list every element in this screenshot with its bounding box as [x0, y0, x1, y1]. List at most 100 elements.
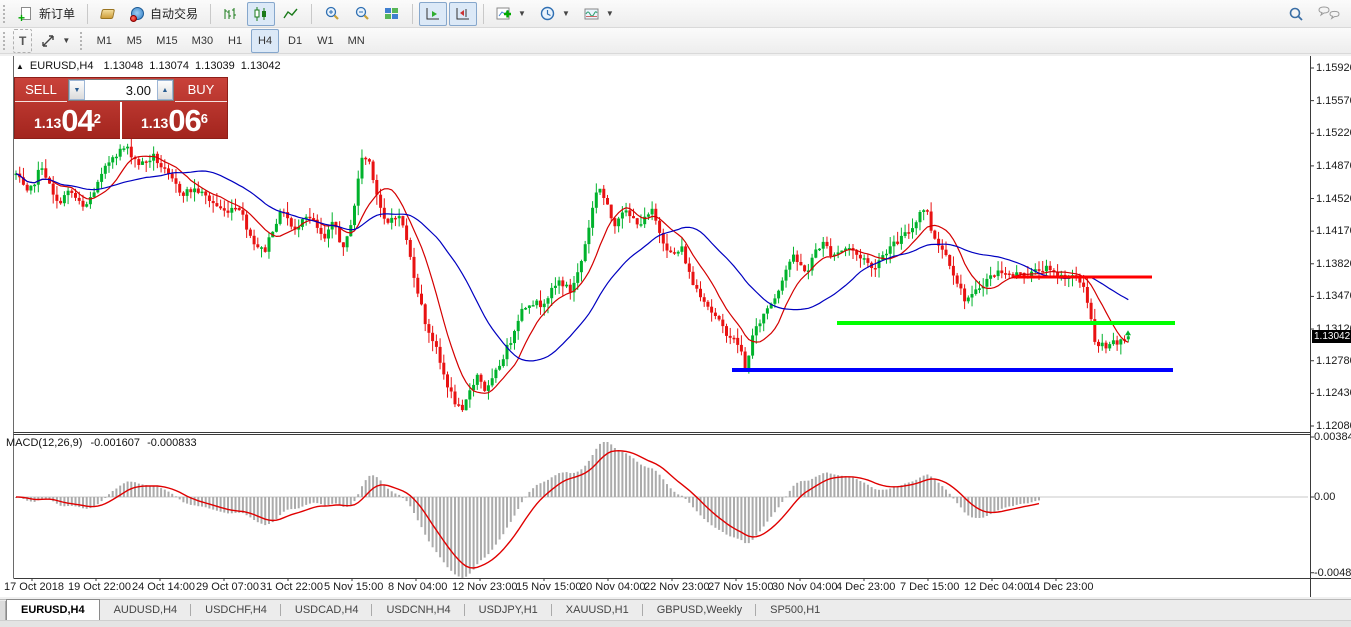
- chart-window[interactable]: ▲ EURUSD,H4 1.13048 1.13074 1.13039 1.13…: [0, 56, 1351, 597]
- mt4-terminal: { "toolbar": { "new_order_label": "新订单",…: [0, 0, 1351, 627]
- symbol-tab-usdcnh[interactable]: USDCNH,H4: [372, 601, 464, 620]
- timeframe-m15[interactable]: M15: [150, 29, 183, 53]
- symbol-tab-usdjpy[interactable]: USDJPY,H1: [465, 601, 552, 620]
- buy-price-sup: 6: [201, 102, 208, 136]
- timeframe-w1[interactable]: W1: [311, 29, 340, 53]
- symbol-tab-xauusd[interactable]: XAUUSD,H1: [552, 601, 643, 620]
- date-tick-label: 31 Oct 22:00: [260, 581, 323, 593]
- timeframe-grip[interactable]: [80, 32, 85, 50]
- toolbar-grip-2[interactable]: [3, 32, 8, 50]
- indicators-button[interactable]: ▼: [490, 2, 532, 26]
- templates-caret: ▼: [606, 9, 614, 18]
- symbol-tab-sp500[interactable]: SP500,H1: [756, 601, 834, 620]
- date-tick-label: 5 Nov 15:00: [324, 581, 383, 593]
- symbol-tab-usdcad[interactable]: USDCAD,H4: [281, 601, 373, 620]
- volume-decrease-button[interactable]: ▼: [69, 80, 85, 100]
- ohlc-open: 1.13048: [104, 60, 144, 72]
- collapse-triangle-icon[interactable]: ▲: [16, 62, 24, 71]
- periods-button[interactable]: ▼: [534, 2, 576, 26]
- price-tick-label: 1.13820: [1316, 258, 1351, 270]
- buy-price[interactable]: 1.13 06 6: [122, 102, 227, 139]
- timeframe-d1[interactable]: D1: [281, 29, 309, 53]
- new-order-label: 新订单: [39, 5, 75, 22]
- date-tick-label: 8 Nov 04:00: [388, 581, 447, 593]
- timeframe-m1[interactable]: M1: [90, 29, 118, 53]
- symbol-tab-eurusd[interactable]: EURUSD,H4: [6, 599, 100, 620]
- indicators-icon: [496, 6, 512, 22]
- symbol-name: EURUSD,H4: [30, 60, 94, 72]
- ohlc-close: 1.13042: [241, 60, 281, 72]
- cursor-tool-button[interactable]: ▼: [34, 29, 76, 53]
- date-tick-label: 12 Dec 04:00: [964, 581, 1029, 593]
- periods-caret: ▼: [562, 9, 570, 18]
- timeframe-group: M1M5M15M30H1H4D1W1MN: [89, 29, 371, 53]
- chat-icon[interactable]: [1317, 6, 1343, 22]
- candlestick-icon: [253, 6, 269, 22]
- templates-button[interactable]: ▼: [578, 2, 620, 26]
- volume-increase-button[interactable]: ▲: [157, 80, 173, 100]
- date-tick-label: 15 Nov 15:00: [516, 581, 581, 593]
- sell-button[interactable]: SELL: [15, 78, 67, 102]
- toolbar-grip[interactable]: [3, 5, 8, 23]
- date-tick-label: 27 Nov 15:00: [708, 581, 773, 593]
- symbol-tab-usdchf[interactable]: USDCHF,H4: [191, 601, 281, 620]
- price-tick-label: 1.14520: [1316, 193, 1351, 205]
- text-tool-button[interactable]: T: [13, 29, 32, 53]
- periods-icon: [540, 6, 556, 22]
- symbol-tab-bar: EURUSD,H4AUDUSD,H4USDCHF,H4USDCAD,H4USDC…: [0, 599, 1351, 620]
- ohlc-low: 1.13039: [195, 60, 235, 72]
- sell-price-sup: 2: [94, 102, 101, 136]
- timeframe-mn[interactable]: MN: [342, 29, 371, 53]
- cursor-tool-caret: ▼: [62, 36, 70, 45]
- price-tick-label: 1.14170: [1316, 225, 1351, 237]
- buy-price-big: 06: [168, 106, 200, 136]
- buy-button[interactable]: BUY: [175, 78, 227, 102]
- macd-header: MACD(12,26,9) -0.001607 -0.000833: [6, 437, 197, 449]
- auto-scroll-icon: [425, 6, 441, 22]
- timeframe-m5[interactable]: M5: [120, 29, 148, 53]
- candlestick-button[interactable]: [247, 2, 275, 26]
- timeframe-h1[interactable]: H1: [221, 29, 249, 53]
- autotrading-button[interactable]: 自动交易: [124, 2, 204, 26]
- price-tick-label: 1.12430: [1316, 387, 1351, 399]
- chart-shift-button[interactable]: [449, 2, 477, 26]
- zoom-in-button[interactable]: [318, 2, 346, 26]
- chart-shift-icon: [455, 6, 471, 22]
- date-tick-label: 19 Oct 22:00: [68, 581, 131, 593]
- cursor-tool-icon: [40, 33, 56, 49]
- bar-chart-button[interactable]: [217, 2, 245, 26]
- timeframe-h4[interactable]: H4: [251, 29, 279, 53]
- profiles-button[interactable]: [94, 2, 122, 26]
- ohlc-high: 1.13074: [149, 60, 189, 72]
- line-chart-button[interactable]: [277, 2, 305, 26]
- macd-name: MACD(12,26,9): [6, 437, 82, 449]
- templates-icon: [584, 6, 600, 22]
- date-tick-label: 20 Nov 04:00: [580, 581, 645, 593]
- tile-windows-button[interactable]: [378, 2, 406, 26]
- price-tick-label: 1.15570: [1316, 95, 1351, 107]
- zoom-out-button[interactable]: [348, 2, 376, 26]
- date-tick-label: 4 Dec 23:00: [836, 581, 895, 593]
- timeframe-m30[interactable]: M30: [186, 29, 219, 53]
- text-tool-label: T: [19, 34, 26, 48]
- date-tick-label: 7 Dec 15:00: [900, 581, 959, 593]
- main-toolbar: + 新订单 自动交易: [0, 0, 1351, 28]
- macd-signal-value: -0.000833: [147, 437, 197, 449]
- autotrading-label: 自动交易: [150, 5, 198, 22]
- auto-scroll-button[interactable]: [419, 2, 447, 26]
- sell-price[interactable]: 1.13 04 2: [15, 102, 122, 139]
- search-icon[interactable]: [1287, 6, 1303, 22]
- date-tick-label: 30 Nov 04:00: [772, 581, 837, 593]
- symbol-tab-audusd[interactable]: AUDUSD,H4: [100, 601, 192, 620]
- sell-price-small: 1.13: [34, 110, 61, 136]
- new-order-button[interactable]: + 新订单: [13, 2, 81, 26]
- date-tick-label: 24 Oct 14:00: [132, 581, 195, 593]
- price-tick-label: 1.15920: [1316, 62, 1351, 74]
- price-tick-label: 1.15220: [1316, 127, 1351, 139]
- symbol-tab-gbpusd[interactable]: GBPUSD,Weekly: [643, 601, 756, 620]
- macd-tick-label: 0.00: [1314, 491, 1335, 503]
- macd-tick-label: -0.004856: [1314, 567, 1351, 579]
- volume-input[interactable]: [85, 80, 157, 100]
- price-tick-label: 1.12780: [1316, 355, 1351, 367]
- price-tick-label: 1.14870: [1316, 160, 1351, 172]
